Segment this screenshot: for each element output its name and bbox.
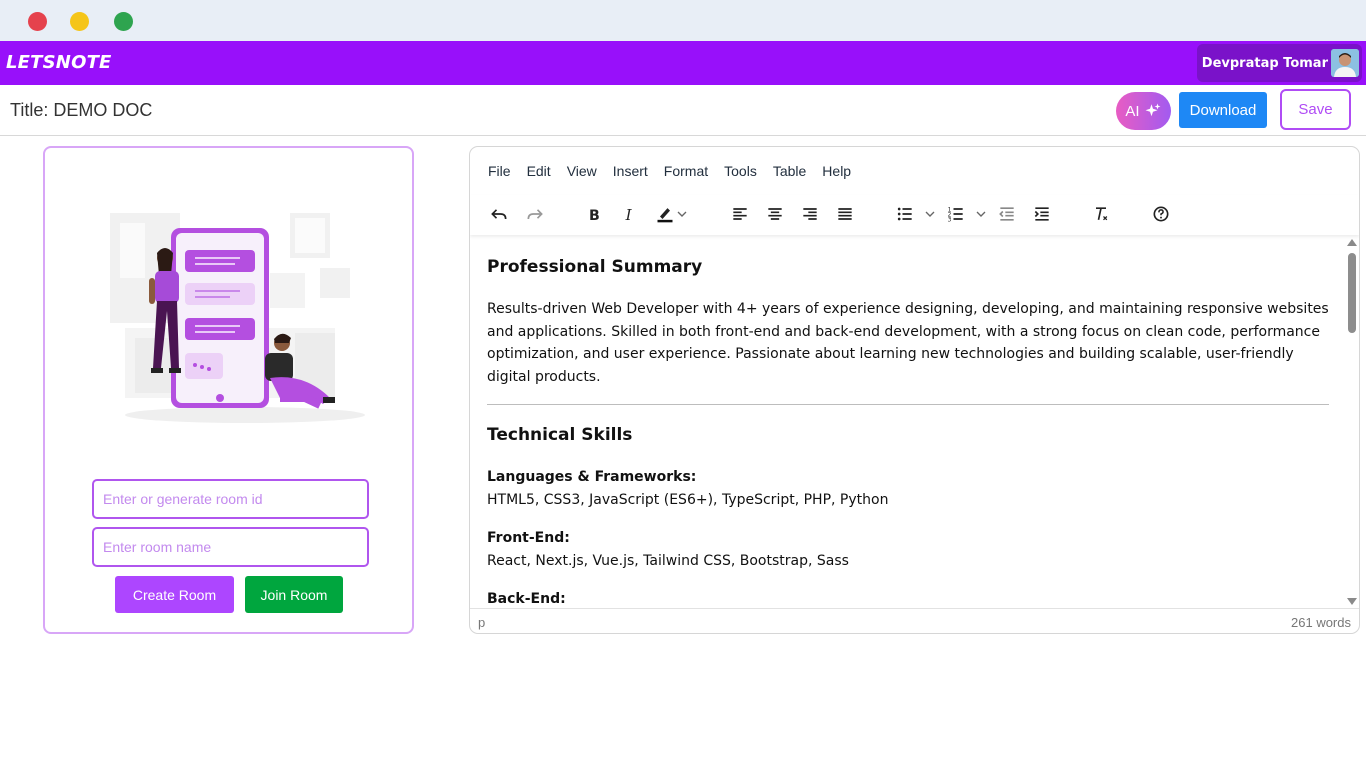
skill-value: React, Next.js, Vue.js, Tailwind CSS, Bo… xyxy=(487,552,849,569)
help-icon[interactable] xyxy=(1146,199,1176,229)
document-header: Title: DEMO DOC AI Download Save xyxy=(0,85,1366,136)
room-panel: Create Room Join Room xyxy=(43,146,414,634)
skill-block: Languages & Frameworks: HTML5, CSS3, Jav… xyxy=(487,466,1329,511)
editor-toolbar: B I 123 xyxy=(470,195,1359,235)
editor-scrollbar[interactable] xyxy=(1345,237,1359,607)
menu-help[interactable]: Help xyxy=(814,161,859,181)
section-heading-summary: Professional Summary xyxy=(487,257,703,277)
italic-icon[interactable]: I xyxy=(614,199,644,229)
align-right-icon[interactable] xyxy=(795,199,825,229)
chevron-down-icon[interactable] xyxy=(973,199,989,229)
numbered-list-icon[interactable]: 123 xyxy=(941,199,971,229)
svg-text:3: 3 xyxy=(948,218,952,224)
room-id-input[interactable] xyxy=(92,479,369,519)
skill-label: Front-End: xyxy=(487,530,570,546)
editor-statusbar: p 261 words xyxy=(470,608,1359,633)
app-logo[interactable]: LETSNOTE xyxy=(6,52,112,73)
editor-content[interactable]: Professional Summary Results-driven Web … xyxy=(470,237,1346,607)
scroll-up-icon[interactable] xyxy=(1347,239,1357,246)
skill-label: Back-End: xyxy=(487,591,566,607)
maximize-window-button[interactable] xyxy=(114,12,133,31)
room-name-input[interactable] xyxy=(92,527,369,567)
skill-label: Languages & Frameworks: xyxy=(487,469,697,485)
page-title: Title: DEMO DOC xyxy=(10,100,153,120)
bullet-list-icon[interactable] xyxy=(890,199,920,229)
divider xyxy=(487,404,1329,405)
bold-icon[interactable]: B xyxy=(579,199,609,229)
create-room-button[interactable]: Create Room xyxy=(115,576,234,613)
align-center-icon[interactable] xyxy=(760,199,790,229)
download-button[interactable]: Download xyxy=(1179,92,1267,128)
close-window-button[interactable] xyxy=(28,12,47,31)
align-justify-icon[interactable] xyxy=(830,199,860,229)
join-room-button[interactable]: Join Room xyxy=(245,576,343,613)
sparkle-icon xyxy=(1145,103,1161,117)
element-path[interactable]: p xyxy=(478,615,485,630)
scroll-thumb[interactable] xyxy=(1348,253,1356,333)
menu-view[interactable]: View xyxy=(559,161,605,181)
minimize-window-button[interactable] xyxy=(70,12,89,31)
redo-icon[interactable] xyxy=(520,199,550,229)
save-button[interactable]: Save xyxy=(1280,89,1351,130)
menu-tools[interactable]: Tools xyxy=(716,161,765,181)
svg-text:B: B xyxy=(589,208,600,224)
menu-edit[interactable]: Edit xyxy=(519,161,559,181)
avatar xyxy=(1331,49,1359,77)
menu-insert[interactable]: Insert xyxy=(605,161,656,181)
top-navbar: LETSNOTE Devpratap Tomar xyxy=(0,41,1366,85)
svg-text:I: I xyxy=(625,206,633,224)
align-left-icon[interactable] xyxy=(725,199,755,229)
user-name: Devpratap Tomar xyxy=(1201,55,1328,71)
outdent-icon[interactable] xyxy=(992,199,1022,229)
menu-table[interactable]: Table xyxy=(765,161,814,181)
summary-paragraph: Results-driven Web Developer with 4+ yea… xyxy=(487,301,1329,385)
ai-button-label: AI xyxy=(1125,102,1140,120)
section-heading-skills: Technical Skills xyxy=(487,425,633,445)
editor-menubar: File Edit View Insert Format Tools Table… xyxy=(480,161,859,181)
skill-block: Front-End: React, Next.js, Vue.js, Tailw… xyxy=(487,527,1329,572)
undo-icon[interactable] xyxy=(484,199,514,229)
rich-text-editor: File Edit View Insert Format Tools Table… xyxy=(469,146,1360,634)
skill-value: HTML5, CSS3, JavaScript (ES6+), TypeScri… xyxy=(487,491,889,508)
skill-block: Back-End: xyxy=(487,588,1329,607)
indent-icon[interactable] xyxy=(1027,199,1057,229)
chevron-down-icon[interactable] xyxy=(922,199,938,229)
menu-format[interactable]: Format xyxy=(656,161,716,181)
menu-file[interactable]: File xyxy=(480,161,519,181)
ai-button[interactable]: AI xyxy=(1116,92,1171,130)
user-menu[interactable]: Devpratap Tomar xyxy=(1196,44,1362,82)
window-titlebar xyxy=(0,0,1366,41)
word-count[interactable]: 261 words xyxy=(1291,615,1351,630)
chevron-down-icon[interactable] xyxy=(674,199,690,229)
clear-format-icon[interactable] xyxy=(1086,199,1116,229)
scroll-down-icon[interactable] xyxy=(1347,598,1357,605)
chat-illustration xyxy=(110,213,365,423)
